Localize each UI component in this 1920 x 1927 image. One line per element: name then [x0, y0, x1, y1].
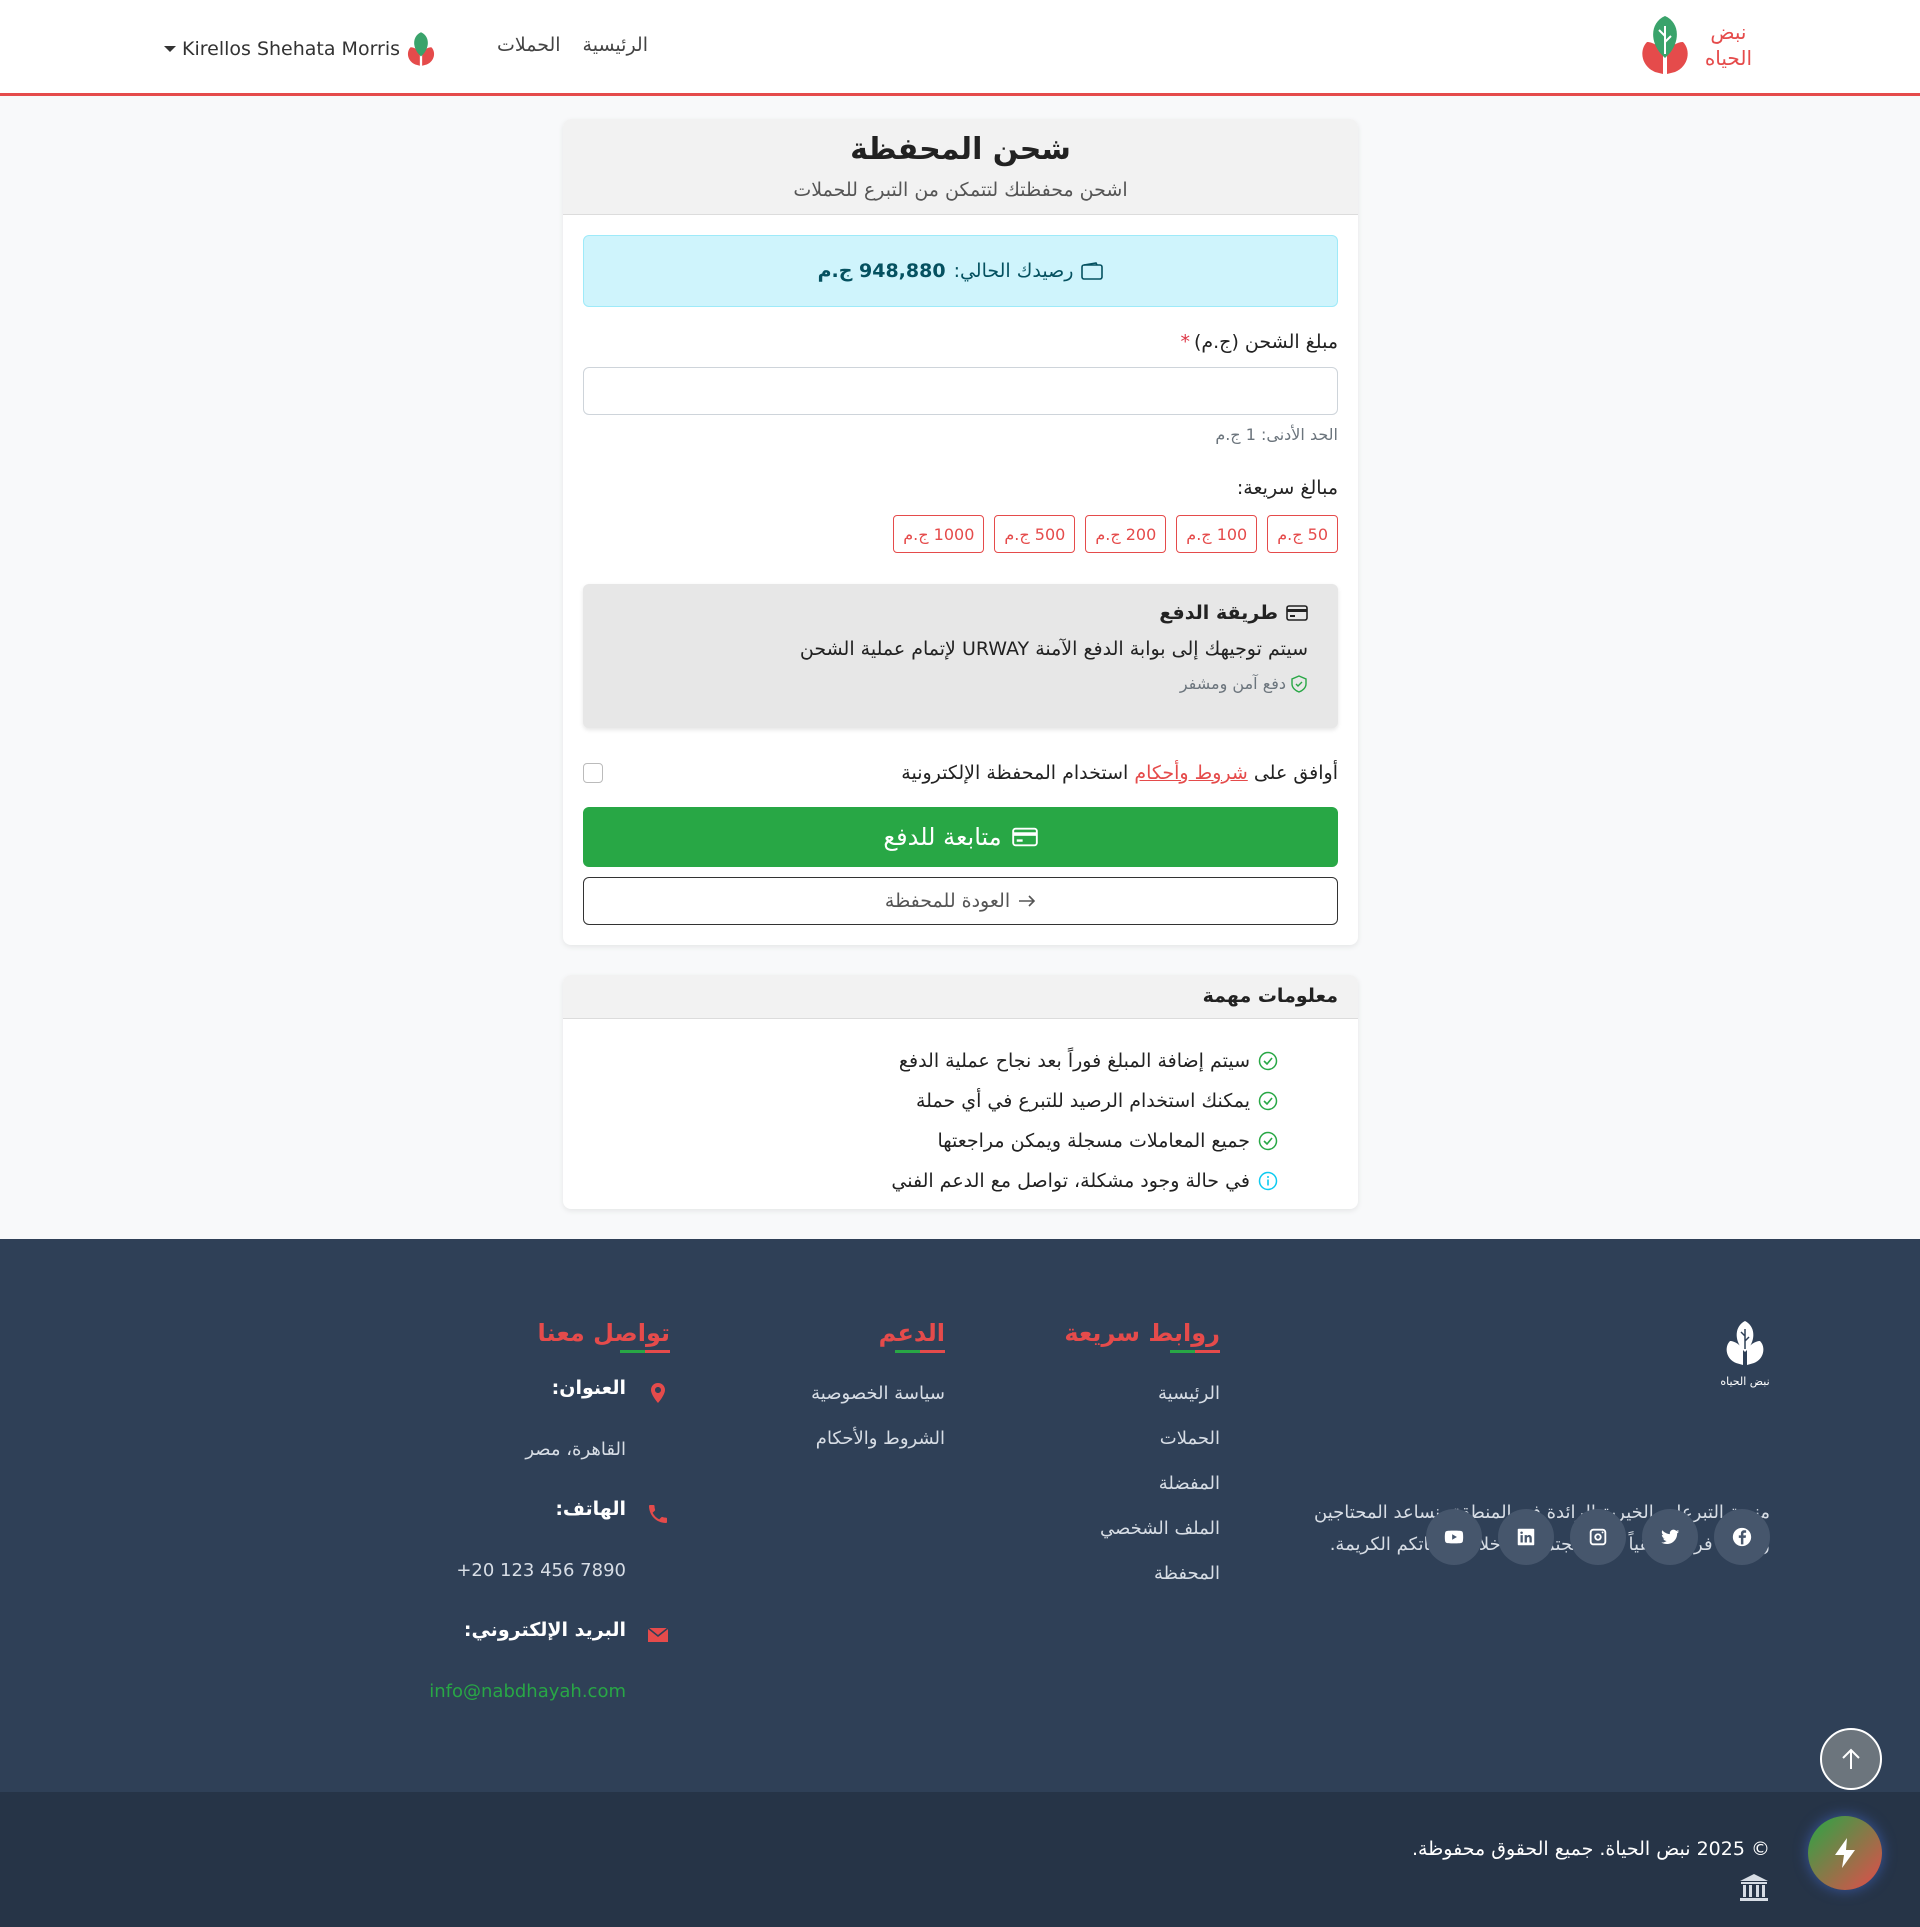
- proceed-to-payment-button[interactable]: متابعة للدفع: [583, 807, 1338, 867]
- footer-logo-icon: نبض الحياه: [1720, 1321, 1770, 1388]
- info-circle-icon: [1258, 1171, 1278, 1191]
- contact-address: العنوان: القاهرة، مصر: [429, 1377, 670, 1460]
- contact-email: البريد الإلكتروني: info@nabdhayah.com: [429, 1619, 670, 1702]
- phone-icon: [649, 1505, 667, 1523]
- credit-card-icon: [1011, 827, 1038, 847]
- quick-amounts: 50 ج.م 100 ج.م 200 ج.م 500 ج.م 1000 ج.م: [893, 515, 1338, 553]
- secure-payment-note: دفع آمن ومشفر: [603, 674, 1308, 693]
- balance-alert: رصيدك الحالي: 948,880 ج.م: [583, 235, 1338, 307]
- balance-label: رصيدك الحالي:: [953, 260, 1074, 282]
- footer-link-home[interactable]: الرئيسية: [1064, 1383, 1220, 1428]
- info-list: سيتم إضافة المبلغ فوراً بعد نجاح عملية ا…: [563, 1019, 1358, 1201]
- contact-phone: الهاتف: +20 123 456 7890: [429, 1498, 670, 1581]
- svg-text:نبض الحياه: نبض الحياه: [1720, 1375, 1769, 1388]
- terms-label[interactable]: أوافق على شروط وأحكام استخدام المحفظة ال…: [901, 762, 1338, 784]
- footer: نبض الحياه منصة التبرعات الخيرية الرائدة…: [0, 1239, 1920, 1792]
- social-links: [1426, 1509, 1770, 1565]
- footer-link-favorites[interactable]: المفضلة: [1064, 1473, 1220, 1518]
- payment-method-title: طريقة الدفع: [603, 602, 1308, 624]
- check-circle-icon: [1258, 1131, 1278, 1151]
- list-item: في حالة وجود مشكلة، تواصل مع الدعم الفني: [563, 1161, 1278, 1201]
- map-pin-icon: [651, 1383, 665, 1403]
- user-avatar-icon: [407, 32, 435, 66]
- facebook-icon[interactable]: [1714, 1509, 1770, 1565]
- phone-value: +20 123 456 7890: [456, 1560, 626, 1581]
- youtube-icon[interactable]: [1426, 1509, 1482, 1565]
- email-link[interactable]: info@nabdhayah.com: [429, 1681, 670, 1702]
- info-title: معلومات مهمة: [563, 975, 1358, 1019]
- list-item: يمكنك استخدام الرصيد للتبرع في أي حملة: [563, 1081, 1278, 1121]
- copyright-bar: © 2025 نبض الحياة. جميع الحقوق محفوظة.: [0, 1792, 1920, 1927]
- brand-text: نبض الحياه: [1704, 20, 1752, 70]
- user-dropdown[interactable]: Kirellos Shehata Morris: [164, 30, 440, 68]
- footer-support: الدعم سياسة الخصوصية الشروط والأحكام: [811, 1319, 945, 1473]
- envelope-icon: [647, 1627, 669, 1642]
- payment-method-box: طريقة الدفع سيتم توجيهك إلى بوابة الدفع …: [583, 584, 1338, 728]
- main-nav: الرئيسية الحملات: [497, 34, 648, 56]
- footer-link-privacy[interactable]: سياسة الخصوصية: [811, 1383, 945, 1428]
- contact-title: تواصل معنا: [429, 1319, 670, 1353]
- list-item: جميع المعاملات مسجلة ويمكن مراجعتها: [563, 1121, 1278, 1161]
- brand-logo-link[interactable]: نبض الحياه: [1633, 12, 1752, 78]
- check-circle-icon: [1258, 1051, 1278, 1071]
- quick-amount-1000-button[interactable]: 1000 ج.م: [893, 515, 985, 553]
- support-title: الدعم: [811, 1319, 945, 1353]
- quick-amount-500-button[interactable]: 500 ج.م: [994, 515, 1076, 553]
- amount-label: مبلغ الشحن (ج.م)*: [1180, 331, 1338, 353]
- navbar: نبض الحياه الرئيسية الحملات Kirellos She…: [0, 0, 1920, 96]
- brand-hands-icon: [1642, 16, 1688, 74]
- wallet-icon: [1081, 262, 1104, 280]
- page-subtitle: اشحن محفظتك لتتمكن من التبرع للحملات: [793, 179, 1128, 201]
- nav-link-campaigns[interactable]: الحملات: [497, 34, 561, 56]
- required-mark: *: [1180, 331, 1190, 353]
- lightning-icon: [1835, 1838, 1855, 1868]
- linkedin-icon[interactable]: [1498, 1509, 1554, 1565]
- quick-amount-200-button[interactable]: 200 ج.م: [1085, 515, 1167, 553]
- check-circle-icon: [1258, 1091, 1278, 1111]
- card-header: شحن المحفظة اشحن محفظتك لتتمكن من التبرع…: [563, 119, 1358, 215]
- quick-action-button[interactable]: [1808, 1816, 1882, 1890]
- terms-link[interactable]: شروط وأحكام: [1134, 762, 1247, 784]
- arrow-up-icon: [1842, 1748, 1860, 1769]
- copyright-text: © 2025 نبض الحياة. جميع الحقوق محفوظة.: [1411, 1838, 1770, 1860]
- instagram-icon[interactable]: [1570, 1509, 1626, 1565]
- wallet-topup-card: شحن المحفظة اشحن محفظتك لتتمكن من التبرع…: [563, 119, 1358, 945]
- user-name: Kirellos Shehata Morris: [182, 38, 401, 60]
- credit-card-icon: [1286, 605, 1308, 621]
- shield-check-icon: [1291, 674, 1307, 693]
- arrow-right-icon: [1019, 895, 1036, 907]
- quick-links-title: روابط سريعة: [1064, 1319, 1220, 1353]
- footer-link-terms[interactable]: الشروط والأحكام: [811, 1428, 945, 1473]
- footer-link-campaigns[interactable]: الحملات: [1064, 1428, 1220, 1473]
- quick-amount-100-button[interactable]: 100 ج.م: [1176, 515, 1258, 553]
- min-amount-hint: الحد الأدنى: 1 ج.م: [1215, 425, 1338, 444]
- scroll-to-top-button[interactable]: [1820, 1728, 1882, 1790]
- nav-link-home[interactable]: الرئيسية: [583, 34, 648, 56]
- quick-amounts-label: مبالغ سريعة:: [1236, 477, 1338, 499]
- chevron-down-icon: [164, 46, 176, 52]
- back-to-wallet-button[interactable]: العودة للمحفظة: [583, 877, 1338, 925]
- terms-checkbox[interactable]: [583, 763, 603, 783]
- quick-amount-50-button[interactable]: 50 ج.م: [1267, 515, 1338, 553]
- bank-icon: [1740, 1874, 1768, 1901]
- footer-contact: تواصل معنا العنوان: القاهرة، مصر الهاتف:…: [429, 1319, 670, 1702]
- payment-method-description: سيتم توجيهك إلى بوابة الدفع الآمنة URWAY…: [799, 638, 1308, 660]
- footer-link-wallet[interactable]: المحفظة: [1064, 1563, 1220, 1608]
- terms-row: أوافق على شروط وأحكام استخدام المحفظة ال…: [583, 759, 1338, 787]
- page-title: شحن المحفظة: [850, 132, 1071, 167]
- footer-quick-links: روابط سريعة الرئيسية الحملات المفضلة الم…: [1064, 1319, 1220, 1608]
- balance-value: 948,880 ج.م: [817, 260, 946, 282]
- twitter-icon[interactable]: [1642, 1509, 1698, 1565]
- footer-link-profile[interactable]: الملف الشخصي: [1064, 1518, 1220, 1563]
- important-info-card: معلومات مهمة سيتم إضافة المبلغ فوراً بعد…: [563, 975, 1358, 1209]
- address-value: القاهرة، مصر: [525, 1439, 626, 1460]
- amount-input[interactable]: [583, 367, 1338, 415]
- list-item: سيتم إضافة المبلغ فوراً بعد نجاح عملية ا…: [563, 1041, 1278, 1081]
